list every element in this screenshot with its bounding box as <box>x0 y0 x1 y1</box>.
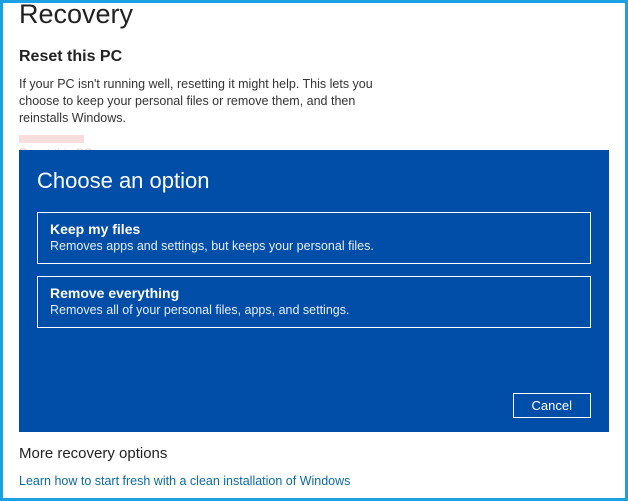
get-started-button-disabled-indicator <box>19 135 84 143</box>
cancel-button[interactable]: Cancel <box>513 393 591 418</box>
dialog-title: Choose an option <box>37 168 591 194</box>
reset-section-description: If your PC isn't running well, resetting… <box>19 76 399 127</box>
option-remove-everything[interactable]: Remove everything Removes all of your pe… <box>37 276 591 328</box>
page-title: Recovery <box>19 0 609 30</box>
option-description: Removes all of your personal files, apps… <box>50 303 578 317</box>
start-fresh-link[interactable]: Learn how to start fresh with a clean in… <box>19 474 350 488</box>
option-title: Remove everything <box>50 285 578 301</box>
more-recovery-title: More recovery options <box>19 445 350 462</box>
option-keep-my-files[interactable]: Keep my files Removes apps and settings,… <box>37 212 591 264</box>
reset-section-title: Reset this PC <box>19 48 609 66</box>
choose-option-dialog: Choose an option Keep my files Removes a… <box>19 150 609 432</box>
option-title: Keep my files <box>50 221 578 237</box>
option-description: Removes apps and settings, but keeps you… <box>50 239 578 253</box>
